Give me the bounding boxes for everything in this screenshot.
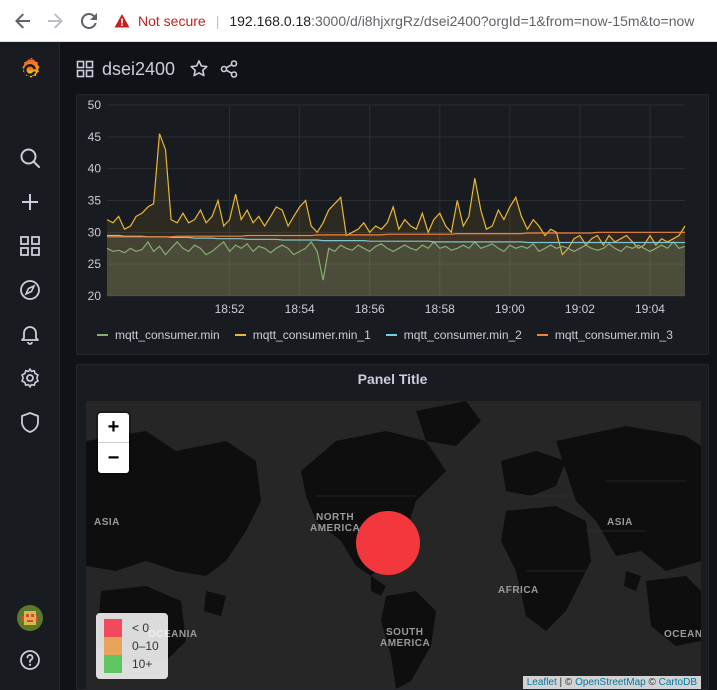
map-label-oceania-right: OCEAN — [664, 629, 701, 640]
help-icon[interactable] — [18, 648, 42, 672]
zoom-in-button[interactable]: + — [98, 413, 129, 443]
legend-label[interactable]: mqtt_consumer.min_2 — [404, 328, 522, 342]
map-label-south: SOUTH — [386, 627, 424, 638]
y-tick-label: 35 — [88, 194, 102, 208]
attribution-sep-2: © — [645, 677, 659, 688]
grafana-logo-icon[interactable] — [16, 56, 44, 84]
graph-panel[interactable]: 20 25 30 35 40 45 50 18:52 18:54 18:56 18:58 19:00 1… — [76, 94, 709, 355]
worldmap-panel[interactable]: Panel Title ASIA NORTH AMERICA ASIA AFRI… — [76, 364, 709, 690]
osm-link[interactable]: OpenStreetMap — [575, 677, 646, 688]
leaflet-link[interactable]: Leaflet — [527, 677, 557, 688]
security-status[interactable]: Not secure — [138, 13, 206, 29]
dashboard-title[interactable]: dsei2400 — [102, 59, 175, 80]
forward-arrow-icon[interactable] — [44, 10, 66, 32]
x-tick-label: 18:52 — [215, 302, 245, 316]
map-label-south-america: AMERICA — [380, 638, 431, 649]
zoom-control: + − — [98, 413, 129, 473]
legend-swatch — [97, 334, 108, 336]
legend-swatch — [234, 334, 246, 336]
address-divider: | — [215, 12, 220, 29]
cartodb-link[interactable]: CartoDB — [659, 677, 697, 688]
attribution-sep-1: | © — [556, 677, 576, 688]
map-legend-swatch — [104, 637, 122, 655]
user-avatar[interactable] — [16, 604, 44, 632]
map-label-africa: AFRICA — [498, 585, 539, 596]
legend-swatch — [385, 334, 397, 336]
plus-icon[interactable] — [18, 190, 42, 214]
map-label-asia-right: ASIA — [607, 517, 633, 528]
side-menu — [0, 42, 60, 690]
x-tick-label: 18:56 — [355, 302, 385, 316]
series-area — [107, 232, 685, 296]
map-label-america: AMERICA — [310, 523, 361, 534]
world-map[interactable]: ASIA NORTH AMERICA ASIA AFRICA OCEANIA O… — [86, 401, 701, 689]
bell-icon[interactable] — [18, 322, 42, 346]
time-series-graph[interactable]: 20 25 30 35 40 45 50 18:52 18:54 18:56 18:58 19:00 1… — [77, 95, 710, 320]
map-legend-row: < 0 — [104, 619, 160, 637]
browser-toolbar: Not secure | 192.168.0.18:3000/d/i8hjxrg… — [0, 0, 717, 42]
legend-label[interactable]: mqtt_consumer.min_1 — [253, 328, 371, 342]
address-bar[interactable]: Not secure | 192.168.0.18:3000/d/i8hjxrg… — [114, 13, 694, 29]
map-legend-label: 10+ — [132, 657, 153, 671]
legend-item[interactable]: mqtt_consumer.min_1 — [234, 328, 371, 342]
dashboard-grid-icon — [76, 60, 94, 78]
url-path: :3000/d/i8hjxrgRz/dsei2400?orgId=1&from=… — [311, 12, 695, 29]
location-marker[interactable] — [356, 511, 420, 575]
y-tick-label: 40 — [88, 162, 102, 176]
map-legend-swatch — [104, 619, 122, 637]
dashboards-grid-icon[interactable] — [18, 234, 42, 258]
warning-icon — [114, 13, 130, 27]
legend-swatch — [536, 334, 548, 336]
gear-icon[interactable] — [18, 366, 42, 390]
compass-icon[interactable] — [18, 278, 42, 302]
dashboard-header: dsei2400 — [60, 42, 717, 96]
map-label-asia-left: ASIA — [94, 517, 120, 528]
y-tick-label: 20 — [88, 289, 102, 303]
legend-item[interactable]: mqtt_consumer.min_3 — [536, 328, 673, 342]
x-tick-label: 19:04 — [635, 302, 665, 316]
share-icon[interactable] — [219, 59, 239, 79]
back-arrow-icon[interactable] — [12, 10, 34, 32]
y-tick-label: 30 — [88, 225, 102, 239]
search-icon[interactable] — [18, 146, 42, 170]
reload-icon[interactable] — [78, 10, 100, 32]
legend-label[interactable]: mqtt_consumer.min_3 — [555, 328, 673, 342]
dashboard: dsei2400 20 25 30 35 40 45 50 18:52 18:54 18:56 18… — [60, 42, 717, 690]
y-tick-label: 50 — [88, 98, 102, 112]
map-legend-row: 10+ — [104, 655, 160, 673]
url-host: 192.168.0.18 — [229, 12, 312, 29]
y-tick-label: 45 — [88, 130, 102, 144]
map-legend-row: 0–10 — [104, 637, 160, 655]
legend-item[interactable]: mqtt_consumer.min — [97, 328, 220, 342]
shield-icon[interactable] — [18, 410, 42, 434]
zoom-out-button[interactable]: − — [98, 443, 129, 473]
y-tick-label: 25 — [88, 257, 102, 271]
map-legend-swatch — [104, 655, 122, 673]
legend-item[interactable]: mqtt_consumer.min_2 — [385, 328, 522, 342]
x-tick-label: 19:02 — [565, 302, 595, 316]
star-icon[interactable] — [189, 59, 209, 79]
legend-label[interactable]: mqtt_consumer.min — [115, 328, 220, 342]
x-tick-label: 18:58 — [425, 302, 455, 316]
panel-title[interactable]: Panel Title — [77, 371, 708, 387]
map-legend-label: 0–10 — [132, 639, 159, 653]
map-legend: < 0 0–10 10+ — [96, 613, 168, 679]
map-label-north: NORTH — [316, 512, 355, 523]
x-tick-label: 19:00 — [495, 302, 525, 316]
map-attribution: Leaflet | © OpenStreetMap © CartoDB — [522, 676, 701, 689]
graph-legend: mqtt_consumer.min mqtt_consumer.min_1 mqtt… — [97, 328, 688, 342]
x-tick-label: 18:54 — [285, 302, 315, 316]
map-legend-label: < 0 — [132, 621, 150, 635]
